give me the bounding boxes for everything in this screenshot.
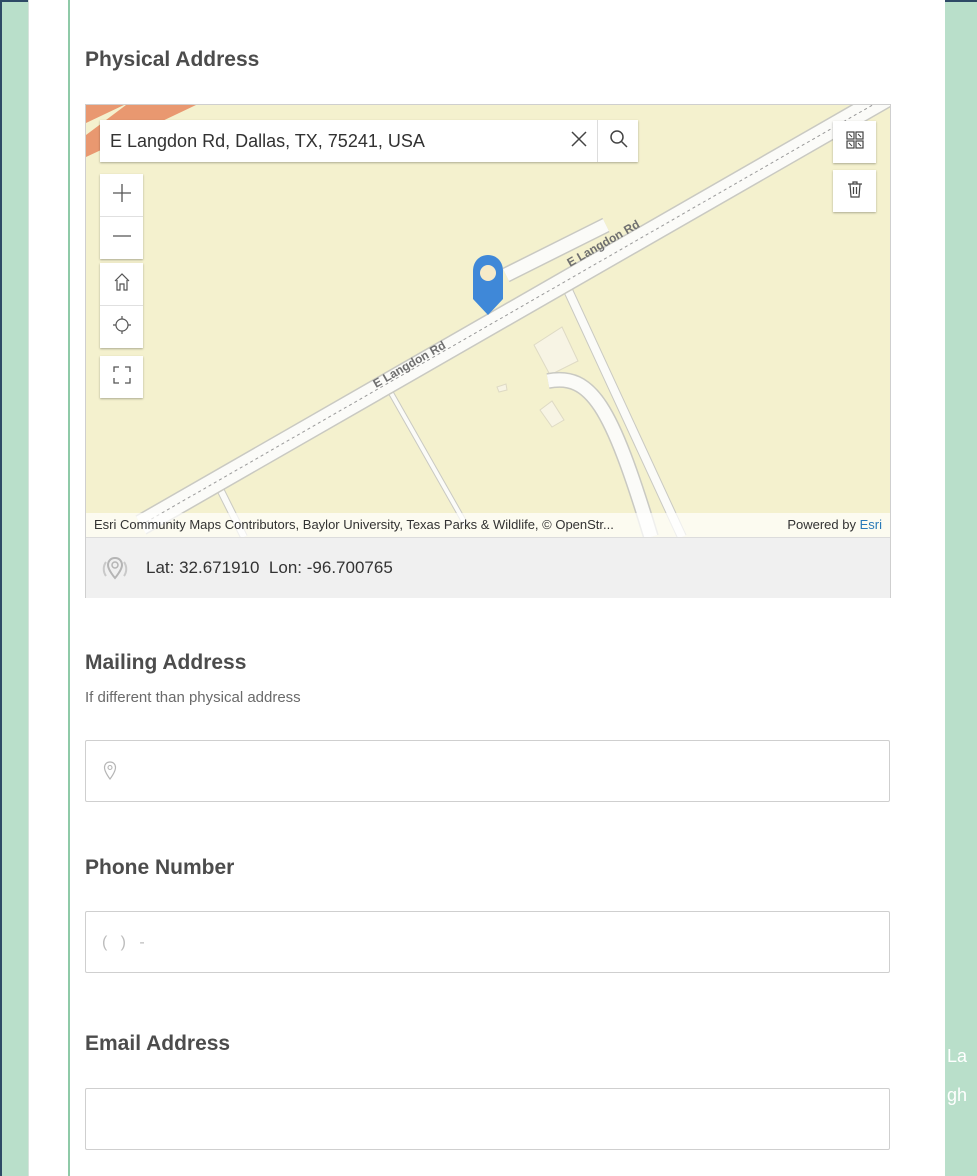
powered-by-label: Powered by [787, 517, 856, 532]
mailing-address-title: Mailing Address [85, 651, 247, 674]
lon-label: Lon: [268, 558, 303, 577]
search-button[interactable] [597, 120, 639, 162]
physical-address-map-widget: E Langdon Rd E Langdon Rd E Langdon Rd, … [85, 104, 891, 598]
close-icon [570, 130, 588, 153]
search-icon [609, 129, 629, 154]
attribution-text: Esri Community Maps Contributors, Baylor… [94, 517, 614, 532]
email-address-input[interactable] [100, 1089, 864, 1151]
delete-location-button[interactable] [833, 170, 876, 212]
esri-link[interactable]: Esri [860, 517, 882, 532]
phone-number-input[interactable] [100, 912, 864, 974]
map-attribution: Esri Community Maps Contributors, Baylor… [86, 513, 890, 537]
physical-address-title: Physical Address [85, 48, 260, 71]
clear-search-button[interactable] [562, 120, 596, 162]
zoom-controls [100, 174, 143, 259]
navigation-controls [100, 263, 143, 348]
background-text: gh [947, 1085, 968, 1105]
location-accuracy-icon [99, 553, 131, 590]
mailing-address-field[interactable] [85, 740, 890, 803]
map-search-box: E Langdon Rd, Dallas, TX, 75241, USA [100, 120, 638, 162]
coordinates-bar: Lat: 32.671910 Lon: -96.700765 [86, 537, 890, 598]
minus-icon [112, 226, 132, 251]
card-accent-bar [68, 0, 70, 1176]
basemap-toggle-icon [845, 130, 865, 155]
coordinates-text: Lat: 32.671910 Lon: -96.700765 [146, 558, 393, 578]
zoom-out-button[interactable] [100, 216, 143, 259]
mailing-address-description: If different than physical address [85, 689, 301, 706]
lon-value: -96.700765 [306, 558, 393, 577]
delete-control [833, 170, 876, 212]
lat-label: Lat: [146, 558, 175, 577]
email-address-field[interactable] [85, 1088, 890, 1151]
basemap-control [833, 121, 876, 163]
fullscreen-button[interactable] [100, 356, 143, 398]
basemap-toggle-button[interactable] [833, 121, 876, 163]
location-icon [103, 761, 117, 786]
zoom-in-button[interactable] [100, 174, 143, 216]
plus-icon [112, 183, 132, 208]
powered-by: Powered by Esri [787, 517, 882, 532]
locate-button[interactable] [100, 305, 143, 348]
window-left-border [0, 0, 2, 1176]
locate-icon [112, 315, 132, 340]
map-search-input[interactable]: E Langdon Rd, Dallas, TX, 75241, USA [110, 131, 425, 152]
fullscreen-control [100, 356, 143, 398]
home-button[interactable] [100, 263, 143, 305]
background-text: La [947, 1046, 968, 1066]
fullscreen-icon [112, 365, 132, 390]
lat-value: 32.671910 [179, 558, 260, 577]
email-address-title: Email Address [85, 1032, 231, 1055]
map-view[interactable]: E Langdon Rd E Langdon Rd E Langdon Rd, … [86, 105, 890, 537]
phone-number-field[interactable] [85, 911, 890, 974]
trash-icon [845, 179, 865, 204]
phone-number-title: Phone Number [85, 856, 235, 879]
map-pin-icon[interactable] [471, 253, 505, 322]
mailing-address-input[interactable] [128, 741, 872, 803]
home-icon [112, 272, 132, 297]
